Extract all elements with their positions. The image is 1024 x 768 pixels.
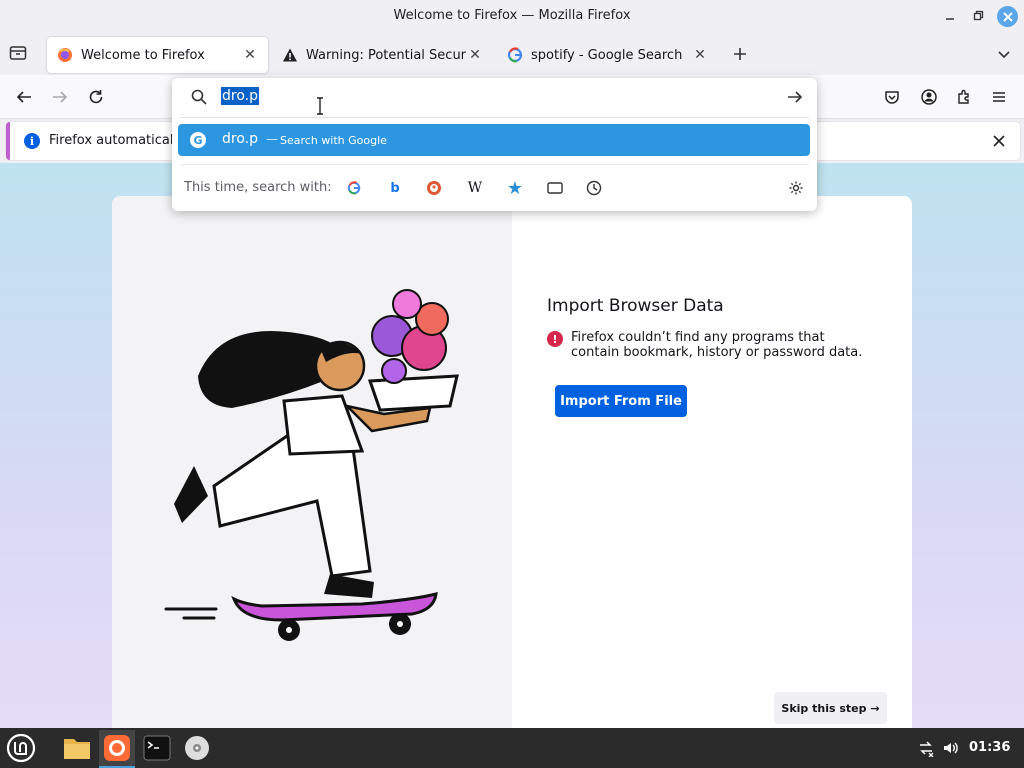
back-arrow-icon [16, 91, 31, 103]
oneoff-duckduckgo-button[interactable] [424, 178, 444, 198]
terminal-icon [143, 735, 171, 761]
taskbar: 01:36 [0, 728, 1024, 768]
firefox-view-icon [9, 46, 27, 60]
gear-icon [789, 181, 803, 195]
tab-label: Warning: Potential Security [306, 47, 467, 63]
chevron-down-icon [998, 51, 1010, 59]
google-icon: G [190, 132, 206, 148]
tab-label: spotify - Google Search [531, 47, 683, 63]
pocket-button[interactable] [881, 86, 903, 108]
terminal-launcher[interactable] [139, 730, 175, 766]
import-title: Import Browser Data [547, 296, 724, 316]
oneoff-bookmarks-button[interactable]: ★ [505, 177, 525, 199]
tab-label: Welcome to Firefox [81, 47, 205, 63]
forward-button[interactable] [49, 86, 71, 108]
maximize-button[interactable] [968, 6, 988, 26]
import-error-message: ! Firefox couldn’t find any programs tha… [547, 330, 867, 360]
firefox-icon [104, 735, 130, 761]
skateboarder-illustration [164, 289, 459, 641]
oneoff-tabs-button[interactable] [545, 178, 565, 198]
suggestion-separator: — [266, 132, 278, 146]
close-tab-icon[interactable]: ✕ [242, 47, 258, 63]
disc-launcher[interactable] [179, 730, 215, 766]
star-icon: ★ [506, 177, 524, 199]
restore-icon [973, 10, 984, 21]
search-suggestion-row[interactable]: G dro.p — Search with Google [178, 124, 810, 156]
oneoff-wikipedia-button[interactable]: W [465, 178, 485, 198]
files-launcher[interactable] [59, 730, 95, 766]
illustration-panel [112, 196, 512, 728]
oneoff-google-button[interactable] [344, 178, 364, 198]
tabs-icon [547, 182, 563, 194]
suggestion-text: dro.p [222, 131, 258, 147]
volume-icon[interactable] [941, 738, 961, 758]
page-content: Import Browser Data ! Firefox couldn’t f… [0, 163, 1024, 728]
account-icon [921, 89, 937, 105]
info-icon: i [24, 133, 40, 149]
firefox-launcher[interactable] [99, 730, 135, 768]
puzzle-icon [958, 89, 969, 104]
import-card: Import Browser Data ! Firefox couldn’t f… [112, 196, 912, 728]
account-button[interactable] [918, 86, 940, 108]
import-error-text: Firefox couldn’t find any programs that … [571, 330, 863, 360]
folder-icon [64, 739, 90, 759]
pocket-icon [885, 91, 899, 104]
error-icon: ! [547, 331, 563, 347]
google-icon [507, 47, 523, 63]
oneoff-history-button[interactable] [584, 178, 604, 198]
text-cursor-icon [317, 97, 323, 115]
linux-mint-icon [6, 733, 36, 763]
bing-icon: b [390, 180, 400, 196]
duckduckgo-icon [427, 181, 441, 195]
notification-text: Firefox automatically [49, 133, 185, 148]
import-from-file-button[interactable]: Import From File [555, 385, 687, 417]
title-bar: Welcome to Firefox — Mozilla Firefox [0, 0, 1024, 33]
urlbar-popup: dro.p G dro.p — Search with Google This … [172, 78, 817, 211]
start-menu-button[interactable] [3, 730, 39, 766]
google-icon [347, 181, 361, 195]
firefox-view-button[interactable] [8, 43, 30, 65]
suggestion-action: Search with Google [280, 134, 387, 147]
back-button[interactable] [13, 86, 35, 108]
network-icon[interactable] [916, 738, 936, 758]
reload-icon [89, 90, 103, 104]
divider [180, 117, 809, 118]
close-icon [993, 135, 1005, 147]
window-title: Welcome to Firefox — Mozilla Firefox [393, 8, 631, 23]
new-tab-button[interactable] [729, 43, 751, 65]
close-window-button[interactable] [997, 6, 1018, 27]
close-tab-icon[interactable]: ✕ [692, 47, 708, 63]
oneoff-bing-button[interactable]: b [385, 178, 405, 198]
warning-icon [282, 47, 298, 63]
skip-step-button[interactable]: Skip this step → [774, 692, 887, 724]
go-arrow-icon[interactable] [786, 88, 804, 106]
plus-icon [734, 48, 746, 60]
wikipedia-icon: W [467, 180, 483, 196]
divider [180, 164, 809, 165]
close-notification-button[interactable] [990, 132, 1008, 150]
tab-warning[interactable]: Warning: Potential Security ✕ [272, 37, 493, 73]
close-icon [1002, 11, 1013, 22]
extensions-button[interactable] [953, 86, 975, 108]
disc-icon [185, 736, 209, 760]
tab-welcome[interactable]: Welcome to Firefox ✕ [47, 37, 268, 73]
minimize-icon [946, 18, 954, 20]
clock[interactable]: 01:36 [969, 740, 1010, 755]
minimize-button[interactable] [940, 6, 960, 26]
firefox-icon [57, 47, 73, 63]
clock-icon [586, 180, 602, 196]
list-all-tabs-button[interactable] [993, 43, 1015, 65]
tab-strip: Welcome to Firefox ✕ Warning: Potential … [0, 33, 1024, 75]
reload-button[interactable] [85, 86, 107, 108]
tab-google-search[interactable]: spotify - Google Search ✕ [497, 37, 718, 73]
forward-arrow-icon [53, 91, 68, 103]
url-input[interactable]: dro.p [221, 87, 259, 105]
oneoff-search-label: This time, search with: [184, 180, 332, 195]
search-icon [191, 89, 207, 105]
hamburger-menu-icon [993, 92, 1005, 102]
app-menu-button[interactable] [988, 86, 1010, 108]
search-settings-button[interactable] [786, 178, 806, 198]
close-tab-icon[interactable]: ✕ [467, 47, 483, 63]
